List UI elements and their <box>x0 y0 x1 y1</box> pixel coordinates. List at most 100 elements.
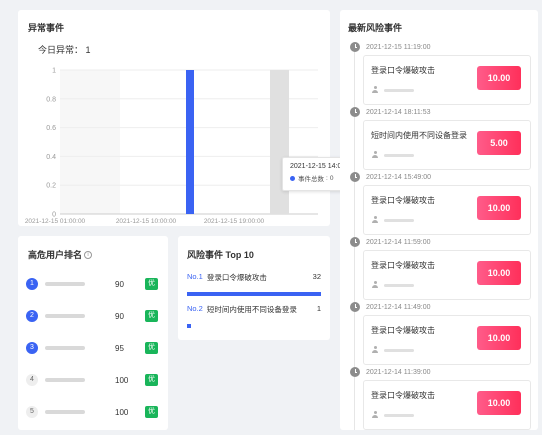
top10-event-count: 1 <box>316 304 321 313</box>
event-user <box>371 281 414 289</box>
x-tick-label: 2021-12-15 10:00:00 <box>116 218 177 225</box>
risk-event-card[interactable]: 登录口令爆破攻击 10.00 <box>363 55 531 105</box>
event-name: 登录口令爆破攻击 <box>371 66 435 75</box>
anomaly-events-card: 异常事件 今日异常： 1 0 0.2 0.4 0.6 0.8 1 2021-12-15 01… <box>18 10 362 226</box>
rank-number: 3 <box>26 342 38 354</box>
user-name-masked <box>45 410 85 414</box>
top10-event-name: 登录口令爆破攻击 <box>206 273 267 282</box>
risk-event-card[interactable]: 登录口令爆破攻击 10.00 <box>363 380 531 430</box>
event-time-row: 2021-12-14 15:49:00 <box>350 172 431 182</box>
top10-rank: No.2 <box>187 304 203 313</box>
rank-number: 2 <box>26 310 38 322</box>
clock-icon <box>350 367 360 377</box>
level-badge: 优 <box>145 374 158 386</box>
user-name-masked <box>45 346 85 350</box>
user-name-masked <box>384 413 414 417</box>
risk-top10-card: 风险事件 Top 10 No.1 登录口令爆破攻击 32 No.2 短时间内使用不同设备… <box>178 236 330 340</box>
level-badge: 优 <box>145 310 158 322</box>
y-tick-label: 1 <box>52 68 56 75</box>
bar <box>186 70 194 214</box>
hover-highlight-band <box>270 70 289 214</box>
top10-item[interactable]: No.1 登录口令爆破攻击 32 <box>187 272 321 283</box>
event-name: 登录口令爆破攻击 <box>371 391 435 400</box>
risk-score-badge: 5.00 <box>477 131 521 155</box>
user-rank-row[interactable]: 3 95 优 <box>26 340 166 356</box>
risk-event-card[interactable]: 短时间内使用不同设备登录 5.00 <box>363 120 531 170</box>
rank-number: 1 <box>26 278 38 290</box>
event-name: 登录口令爆破攻击 <box>371 326 435 335</box>
latest-risk-events-title: 最新风险事件 <box>348 23 403 33</box>
event-user <box>371 86 414 94</box>
risk-score-badge: 10.00 <box>477 326 521 350</box>
top10-event-name: 短时间内使用不同设备登录 <box>206 305 297 314</box>
risk-score-badge: 10.00 <box>477 66 521 90</box>
user-name-masked <box>45 378 85 382</box>
risk-top10-title: 风险事件 Top 10 <box>187 250 254 260</box>
top10-event-count: 32 <box>312 272 321 281</box>
info-circle-icon[interactable]: i <box>84 250 93 259</box>
user-name-masked <box>45 314 85 318</box>
user-rank-row[interactable]: 5 100 优 <box>26 404 166 420</box>
y-tick-label: 0.2 <box>46 183 56 190</box>
event-user <box>371 346 414 354</box>
user-rank-row[interactable]: 2 90 优 <box>26 308 166 324</box>
user-icon <box>371 411 379 419</box>
x-tick-label: 2021-12-15 01:00:00 <box>25 218 86 225</box>
user-name-masked <box>384 283 414 287</box>
chart-bg-band <box>60 70 120 214</box>
risk-event-card[interactable]: 登录口令爆破攻击 10.00 <box>363 250 531 300</box>
user-score: 100 <box>115 407 129 417</box>
user-name-masked <box>384 218 414 222</box>
user-name-masked <box>45 282 85 286</box>
user-name-masked <box>384 88 414 92</box>
top10-progress-bar <box>187 292 321 296</box>
event-time: 2021-12-14 11:59:00 <box>366 238 431 246</box>
user-icon <box>371 151 379 159</box>
risk-score-badge: 10.00 <box>477 261 521 285</box>
event-time: 2021-12-15 11:19:00 <box>366 43 431 51</box>
high-risk-users-title-text: 高危用户排名 <box>28 250 83 260</box>
event-name: 登录口令爆破攻击 <box>371 196 435 205</box>
event-user <box>371 151 414 159</box>
risk-event-card[interactable]: 登录口令爆破攻击 10.00 <box>363 185 531 235</box>
clock-icon <box>350 107 360 117</box>
clock-icon <box>350 237 360 247</box>
top10-progress-bar <box>187 324 192 328</box>
event-time: 2021-12-14 11:39:00 <box>366 368 431 376</box>
top10-item[interactable]: No.2 短时间内使用不同设备登录 1 <box>187 304 321 315</box>
user-score: 90 <box>115 279 124 289</box>
rank-number: 4 <box>26 374 38 386</box>
high-risk-users-card: 高危用户排名 i 1 90 优 2 90 优 3 95 优 4 100 优 5 100 优 <box>18 236 168 430</box>
level-badge: 优 <box>145 406 158 418</box>
risk-event-card[interactable]: 登录口令爆破攻击 10.00 <box>363 315 531 365</box>
y-tick-label: 0.8 <box>46 96 56 103</box>
user-rank-row[interactable]: 4 100 优 <box>26 372 166 388</box>
y-tick-label: 0.4 <box>46 154 56 161</box>
event-name: 短时间内使用不同设备登录 <box>371 131 467 140</box>
top10-rank: No.1 <box>187 272 203 281</box>
event-time-row: 2021-12-14 11:49:00 <box>350 302 430 312</box>
user-icon <box>371 216 379 224</box>
event-time-row: 2021-12-14 11:59:00 <box>350 237 430 247</box>
user-rank-row[interactable]: 1 90 优 <box>26 276 166 292</box>
user-name-masked <box>384 348 414 352</box>
level-badge: 优 <box>145 342 158 354</box>
user-score: 100 <box>115 375 129 385</box>
level-badge: 优 <box>145 278 158 290</box>
high-risk-users-title: 高危用户排名 i <box>28 248 93 261</box>
event-name: 登录口令爆破攻击 <box>371 261 435 270</box>
clock-icon <box>350 172 360 182</box>
latest-risk-events-card: 最新风险事件 2021-12-15 11:19:00 登录口令爆破攻击 10.00 2… <box>340 10 538 430</box>
anomaly-bar-chart[interactable]: 00.20.40.60.812021-12-15 01:00:00 2021-12… <box>18 10 330 226</box>
event-time-row: 2021-12-15 11:19:00 <box>350 42 430 52</box>
event-time: 2021-12-14 18:11:53 <box>366 108 431 116</box>
clock-icon <box>350 42 360 52</box>
event-time: 2021-12-14 11:49:00 <box>366 303 431 311</box>
user-score: 95 <box>115 343 124 353</box>
user-score: 90 <box>115 311 124 321</box>
user-icon <box>371 281 379 289</box>
event-time-row: 2021-12-14 18:11:53 <box>350 107 430 117</box>
tooltip-value: 0 <box>329 174 334 182</box>
risk-score-badge: 10.00 <box>477 391 521 415</box>
rank-number: 5 <box>26 406 38 418</box>
